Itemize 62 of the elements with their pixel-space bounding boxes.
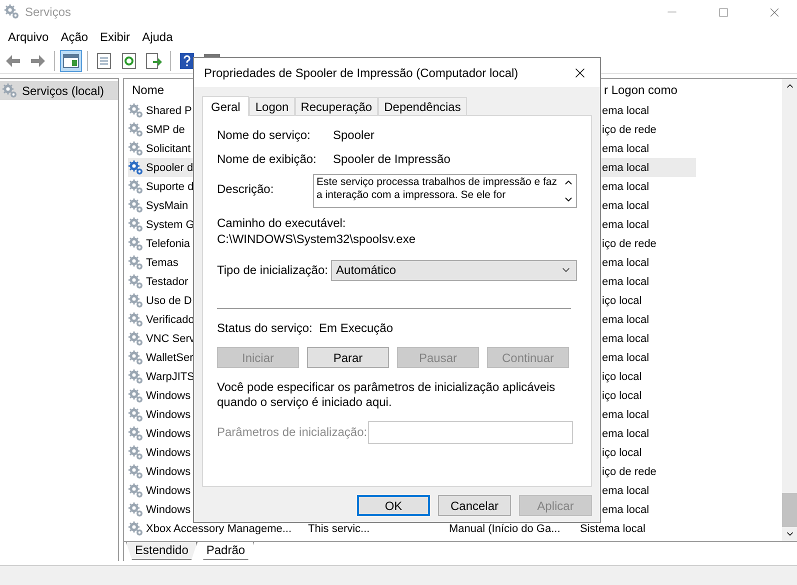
logon-account: ema local [602, 332, 650, 344]
field-label: Caminho do executável: [217, 216, 347, 230]
service-name: Windows [146, 446, 191, 458]
field-label: Descrição: [217, 181, 275, 196]
description-line: a interação com a impressora. Se ele for [316, 189, 507, 202]
service-name: Verificado [146, 314, 194, 326]
service-name: WarpJITS [146, 370, 194, 382]
service-name: Suporte d [146, 180, 194, 192]
logon-account: iço de rede [602, 466, 656, 478]
service-name: Windows [146, 408, 191, 420]
logon-account: ema local [602, 180, 650, 192]
field-label: Status do serviço: [217, 321, 314, 335]
logon-account: ema local [602, 162, 650, 174]
service-name: SMP de [146, 124, 185, 136]
service-name: SysMain [146, 200, 188, 212]
logon-account: ema local [602, 256, 650, 268]
window-title: Serviços [25, 5, 72, 19]
logon-account: iço local [602, 370, 642, 382]
service-name: Windows [146, 504, 191, 516]
service-name: Telefonia [146, 238, 190, 250]
service-name: Xbox Accessory Manageme... [146, 522, 292, 534]
logon-account: ema local [602, 314, 650, 326]
field-value: Em Execução [319, 321, 394, 335]
logon-account: ema local [602, 484, 650, 496]
logon-account: ema local [602, 408, 650, 420]
logon-account: iço local [602, 390, 642, 402]
field-label: Nome do serviço: [217, 128, 312, 142]
logon-account: ema local [602, 276, 650, 288]
field-label: Tipo de inicialização: [217, 263, 329, 277]
logon-account: ema local [602, 504, 650, 516]
logon-account: iço local [602, 294, 642, 306]
field-label: Nome de exibição: [217, 152, 318, 166]
service-name: Windows [146, 390, 191, 402]
logon-account: iço de rede [602, 238, 656, 250]
logon-account: Sistema local [580, 522, 646, 534]
logon-account: iço de rede [602, 124, 656, 136]
field-label: Parâmetros de inicialização: [217, 425, 368, 439]
service-name: WalletSer [146, 352, 194, 364]
service-name: Spooler d [146, 162, 194, 174]
startup-type: Manual (Início do Ga... [449, 522, 560, 534]
service-name: Shared P [146, 104, 192, 116]
logon-account: ema local [602, 428, 650, 440]
service-name: Temas [146, 256, 178, 268]
field-value: C:\WINDOWS\System32\spoolsv.exe [217, 232, 416, 246]
service-name: Uso de D [146, 294, 192, 306]
service-description: This servic... [308, 522, 370, 534]
logon-account: ema local [602, 142, 650, 154]
logon-account: ema local [602, 218, 650, 230]
parameters-note: Você pode especificar os parâmetros de inicialização aplicáveis quando o serviço é iniciado aqui. [217, 380, 556, 410]
logon-account: ema local [602, 104, 650, 116]
dialog-title: Propriedades de Spooler de Impressão (Computador local) [204, 66, 520, 80]
service-name: Windows [146, 466, 191, 478]
logon-account: iço local [602, 446, 642, 458]
field-value: Spooler de Impressão [333, 152, 450, 166]
service-name: Windows [146, 484, 191, 496]
service-name: Windows [146, 428, 191, 440]
service-name: Testador [146, 276, 188, 288]
logon-account: ema local [602, 200, 650, 212]
service-name: Solicitant [146, 142, 191, 154]
field-value: Spooler [333, 128, 374, 142]
description-line: Este serviço processa trabalhos de impressão e faz [316, 176, 557, 189]
logon-account: ema local [602, 352, 650, 364]
